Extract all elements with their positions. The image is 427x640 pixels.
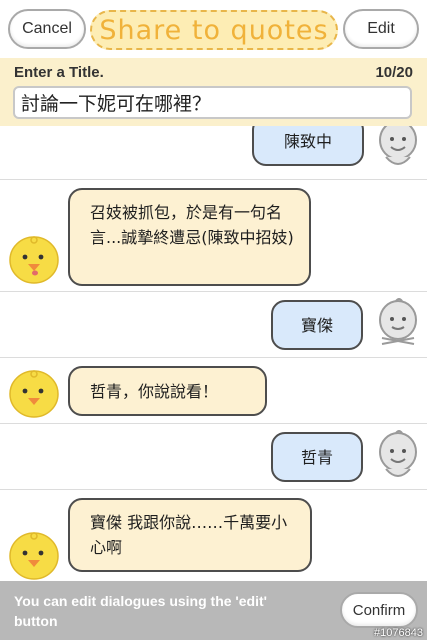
message-text: 哲青 xyxy=(300,447,333,467)
top-bar: Cancel Share to quotes Edit xyxy=(0,0,427,58)
message-text: 寶傑 xyxy=(300,315,333,335)
title-input[interactable]: 討論一下妮可在哪裡？ xyxy=(13,86,412,119)
grey-avatar-icon xyxy=(379,430,417,477)
user-bubble: 陳致中 xyxy=(252,126,364,166)
title-section: Enter a Title. 10/20 討論一下妮可在哪裡？ xyxy=(0,58,427,126)
grey-avatar-icon xyxy=(379,298,417,345)
yellow-chick-icon xyxy=(9,532,59,580)
title-char-counter: 10/20 xyxy=(375,64,413,81)
message-text: 寶傑 我跟你說……千萬要小心啊 xyxy=(90,513,288,557)
dialogue-row[interactable]: 寶傑 我跟你說……千萬要小心啊 xyxy=(0,490,427,581)
watermark: #1076843 xyxy=(374,627,423,639)
user-bubble: 寶傑 xyxy=(271,300,363,350)
cancel-button[interactable]: Cancel xyxy=(8,9,86,49)
dialogue-row[interactable]: 哲青 xyxy=(0,424,427,490)
dialogue-list[interactable]: 陳致中 召妓被抓包，於是有一句名言...誠摯終遭忌(陳致中招妓) 寶傑 哲青，你… xyxy=(0,126,427,581)
bot-bubble: 寶傑 我跟你說……千萬要小心啊 xyxy=(68,498,312,572)
edit-button[interactable]: Edit xyxy=(343,9,419,49)
dialogue-row[interactable]: 召妓被抓包，於是有一句名言...誠摯終遭忌(陳致中招妓) xyxy=(0,180,427,292)
message-text: 陳致中 xyxy=(283,131,332,151)
dialogue-row[interactable]: 哲青，你說說看！ xyxy=(0,358,427,424)
dialogue-row[interactable]: 陳致中 xyxy=(0,126,427,180)
message-text: 哲青，你說說看！ xyxy=(90,381,219,401)
bot-bubble: 哲青，你說說看！ xyxy=(68,366,267,416)
yellow-chick-icon xyxy=(9,370,59,418)
yellow-chick-icon xyxy=(9,236,59,284)
message-text: 召妓被抓包，於是有一句名言...誠摯終遭忌(陳致中招妓) xyxy=(90,203,294,247)
grey-avatar-icon xyxy=(379,126,417,165)
bot-bubble: 召妓被抓包，於是有一句名言...誠摯終遭忌(陳致中招妓) xyxy=(68,188,311,286)
page-title: Share to quotes xyxy=(90,10,338,50)
dialogue-row[interactable]: 寶傑 xyxy=(0,292,427,358)
user-bubble: 哲青 xyxy=(271,432,363,482)
footer-bar: You can edit dialogues using the 'edit' … xyxy=(0,581,427,640)
edit-hint: You can edit dialogues using the 'edit' … xyxy=(14,593,267,629)
title-label: Enter a Title. xyxy=(14,64,104,81)
confirm-button[interactable]: Confirm xyxy=(340,592,418,628)
